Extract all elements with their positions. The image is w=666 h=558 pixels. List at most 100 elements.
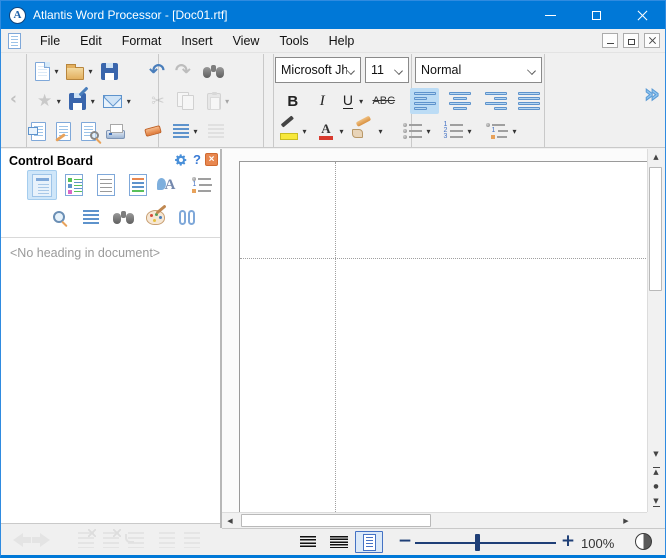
mdi-close-button[interactable]: [644, 33, 660, 48]
bullet-list-button[interactable]: [401, 118, 424, 144]
multilevel-list-dropdown[interactable]: ▾: [510, 127, 519, 136]
close-button[interactable]: [619, 1, 665, 29]
mdi-restore-button[interactable]: [623, 33, 639, 48]
document-tools-button[interactable]: [54, 118, 73, 144]
find-button[interactable]: [201, 58, 226, 84]
copy-button: [175, 88, 197, 114]
print-button[interactable]: [104, 118, 127, 144]
highlight-button[interactable]: [278, 118, 300, 144]
scroll-left-button[interactable]: ◀: [223, 513, 237, 528]
cb-colors-tool[interactable]: [140, 202, 170, 232]
print-preview-button[interactable]: [79, 118, 98, 144]
underline-dropdown[interactable]: ▾: [357, 97, 366, 106]
select-browse-object-button[interactable]: ●: [648, 479, 664, 494]
format-painter-button[interactable]: [350, 118, 376, 144]
save-as-button[interactable]: [67, 88, 88, 114]
erase-button[interactable]: [143, 118, 163, 144]
control-board-close-button[interactable]: ×: [205, 153, 218, 166]
font-color-dropdown[interactable]: ▾: [337, 127, 346, 136]
cb-clips-tool[interactable]: [172, 202, 202, 232]
align-left-button[interactable]: [410, 88, 439, 114]
menu-file[interactable]: File: [30, 30, 70, 52]
scroll-down-button[interactable]: ▼: [648, 447, 664, 462]
new-document-dropdown[interactable]: ▾: [52, 67, 61, 76]
contrast-mode-icon[interactable]: [635, 533, 652, 550]
bold-button[interactable]: B: [282, 88, 304, 114]
open-document-button[interactable]: [64, 58, 86, 84]
paragraph-style-combobox[interactable]: Normal: [415, 57, 542, 83]
align-left-icon: [414, 92, 436, 110]
online-view-button[interactable]: [330, 536, 348, 548]
print-layout-view-button[interactable]: [355, 531, 383, 553]
cb-headings-tab[interactable]: [27, 170, 57, 200]
maximize-button[interactable]: [573, 1, 619, 29]
cb-find-tool[interactable]: [108, 202, 138, 232]
zoom-slider-track[interactable]: [415, 542, 556, 544]
paste-button: [205, 88, 223, 114]
highlight-dropdown[interactable]: ▾: [300, 127, 309, 136]
strikethrough-button[interactable]: ABC: [370, 88, 397, 114]
align-justify-button[interactable]: [515, 88, 544, 114]
new-document-button[interactable]: [33, 58, 52, 84]
zoom-in-button[interactable]: +: [558, 531, 578, 551]
previous-page-button[interactable]: ▲: [648, 463, 664, 478]
cb-paragraphs-tool[interactable]: [76, 202, 106, 232]
toolbar-overflow-left-button[interactable]: ‹: [1, 89, 26, 109]
numbered-list-dropdown[interactable]: ▾: [465, 127, 474, 136]
menu-tools[interactable]: Tools: [269, 30, 318, 52]
zoom-slider-thumb[interactable]: [475, 534, 480, 551]
cb-zoom-tool[interactable]: [44, 202, 74, 232]
vertical-scrollbar-thumb[interactable]: [649, 167, 662, 291]
font-color-button[interactable]: A: [315, 118, 337, 144]
font-size-combobox[interactable]: 11: [365, 57, 409, 83]
email-button[interactable]: [101, 88, 124, 114]
cb-styles-tab[interactable]: [123, 170, 153, 200]
format-marks-dropdown[interactable]: ▾: [191, 127, 200, 136]
document-properties-button[interactable]: [29, 118, 48, 144]
paragraph-style-chevron-icon[interactable]: [527, 66, 536, 75]
minimize-button[interactable]: [527, 1, 573, 29]
bullet-list-dropdown[interactable]: ▾: [424, 127, 433, 136]
draft-view-button[interactable]: [300, 536, 316, 548]
format-marks-button[interactable]: [171, 118, 191, 144]
mdi-minimize-button[interactable]: [602, 33, 618, 48]
menu-help[interactable]: Help: [319, 30, 365, 52]
align-right-button[interactable]: [482, 88, 511, 114]
next-page-button[interactable]: ▼: [648, 495, 664, 510]
toolbar-overflow-right-button[interactable]: »: [639, 79, 665, 108]
multilevel-list-button[interactable]: 1: [484, 118, 510, 144]
menu-insert[interactable]: Insert: [171, 30, 222, 52]
menu-format[interactable]: Format: [112, 30, 172, 52]
menu-edit[interactable]: Edit: [70, 30, 112, 52]
control-board-settings-button[interactable]: [174, 153, 188, 170]
zoom-percentage[interactable]: 100%: [581, 536, 614, 551]
cb-fonts-tab[interactable]: A: [155, 170, 185, 200]
menu-view[interactable]: View: [223, 30, 270, 52]
control-board-help-button[interactable]: ?: [191, 152, 203, 167]
open-document-dropdown[interactable]: ▾: [86, 67, 95, 76]
save-button[interactable]: [99, 58, 120, 84]
format-painter-dropdown[interactable]: ▾: [376, 127, 385, 136]
zoom-out-button[interactable]: −: [395, 531, 415, 551]
font-family-combobox[interactable]: Microsoft Jh: [275, 57, 361, 83]
underline-button[interactable]: U: [339, 88, 357, 114]
horizontal-scrollbar-thumb[interactable]: [241, 514, 431, 527]
scroll-up-button[interactable]: ▲: [648, 150, 664, 165]
cb-fields-tab[interactable]: [91, 170, 121, 200]
save-as-dropdown[interactable]: ▾: [88, 97, 97, 106]
document-window-icon[interactable]: [8, 33, 21, 49]
font-size-chevron-icon[interactable]: [394, 66, 403, 75]
vertical-scrollbar[interactable]: ▲ ▼ ▲ ● ▼: [647, 149, 663, 512]
italic-button[interactable]: I: [312, 88, 334, 114]
favorites-dropdown[interactable]: ▾: [54, 97, 63, 106]
align-center-button[interactable]: [445, 88, 474, 114]
horizontal-scrollbar[interactable]: ◀ ▶: [222, 512, 647, 528]
email-dropdown[interactable]: ▾: [124, 97, 133, 106]
scroll-right-button[interactable]: ▶: [619, 513, 633, 528]
cb-lists-tab[interactable]: 1: [187, 170, 217, 200]
font-family-chevron-icon[interactable]: [346, 66, 355, 75]
undo-button[interactable]: ↶: [147, 58, 167, 84]
cb-bookmarks-tab[interactable]: [59, 170, 89, 200]
document-page[interactable]: [239, 161, 647, 512]
numbered-list-button[interactable]: 1 2 3: [441, 118, 465, 144]
